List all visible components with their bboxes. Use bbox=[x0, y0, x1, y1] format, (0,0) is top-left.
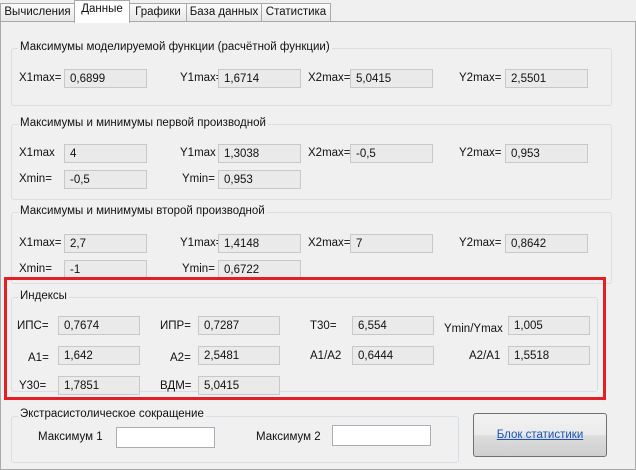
g5-max2-label: Максимум 2 bbox=[256, 431, 321, 443]
g1-y2max-field[interactable]: 2,5501 bbox=[505, 69, 588, 88]
g2-y1max-field[interactable]: 1,3038 bbox=[218, 144, 301, 163]
tab-database[interactable]: База данных bbox=[186, 3, 262, 21]
g3-x1max-field[interactable]: 2,7 bbox=[64, 234, 147, 253]
g1-y1max-label: Y1max= bbox=[180, 72, 223, 84]
g1-x2max-field[interactable]: 5,0415 bbox=[350, 69, 433, 88]
g2-y2max-field[interactable]: 0,953 bbox=[505, 144, 588, 163]
g5-max1-label: Максимум 1 bbox=[38, 431, 103, 443]
statistics-block-button[interactable]: Блок статистики bbox=[473, 413, 607, 457]
highlight-frame bbox=[4, 277, 606, 400]
g2-ymin-field[interactable]: 0,953 bbox=[218, 170, 301, 189]
group-second-derivative-title: Максимумы и минимумы второй производной bbox=[18, 205, 267, 217]
g2-x1max-field[interactable]: 4 bbox=[64, 144, 147, 163]
tab-calculations[interactable]: Вычисления bbox=[0, 3, 75, 21]
g3-x2max-field[interactable]: 7 bbox=[350, 234, 433, 253]
g2-xmin-field[interactable]: -0,5 bbox=[64, 170, 147, 189]
g3-ymin-label: Ymin= bbox=[182, 263, 215, 275]
g2-x2max-label: X2max= bbox=[308, 147, 351, 159]
g3-x1max-label: X1max= bbox=[19, 237, 62, 249]
group-first-derivative-title: Максимумы и минимумы первой производной bbox=[18, 117, 268, 129]
g3-y1max-label: Y1max= bbox=[180, 237, 223, 249]
tab-statistics[interactable]: Статистика bbox=[261, 3, 331, 21]
g1-x1max-field[interactable]: 0,6899 bbox=[64, 69, 147, 88]
g1-y2max-label: Y2max= bbox=[459, 72, 502, 84]
g1-y1max-field[interactable]: 1,6714 bbox=[218, 69, 301, 88]
g3-y1max-field[interactable]: 1,4148 bbox=[218, 234, 301, 253]
g3-y2max-field[interactable]: 0,8642 bbox=[505, 234, 588, 253]
g2-y1max-label: Y1max bbox=[180, 147, 216, 159]
g2-x2max-field[interactable]: -0,5 bbox=[350, 144, 433, 163]
tab-charts[interactable]: Графики bbox=[129, 3, 187, 21]
tab-strip: Вычисления Данные Графики База данных Ст… bbox=[0, 0, 636, 23]
g3-xmin-label: Xmin= bbox=[19, 263, 52, 275]
g3-y2max-label: Y2max= bbox=[459, 237, 502, 249]
g2-y2max-label: Y2max= bbox=[459, 147, 502, 159]
group-extrasystolic-title: Экстрасистолическое сокращение bbox=[18, 408, 206, 420]
g1-x2max-label: X2max= bbox=[308, 72, 351, 84]
g5-max2-input[interactable] bbox=[332, 425, 431, 446]
g5-max1-input[interactable] bbox=[116, 427, 215, 448]
group-function-maxima-title: Максимумы моделируемой функции (расчётно… bbox=[18, 41, 332, 53]
g1-x1max-label: X1max= bbox=[19, 72, 62, 84]
g2-xmin-label: Xmin= bbox=[19, 173, 52, 185]
g2-x1max-label: X1max bbox=[19, 147, 55, 159]
g2-ymin-label: Ymin= bbox=[182, 173, 215, 185]
g3-x2max-label: X2max= bbox=[308, 237, 351, 249]
tab-data[interactable]: Данные bbox=[74, 0, 130, 23]
